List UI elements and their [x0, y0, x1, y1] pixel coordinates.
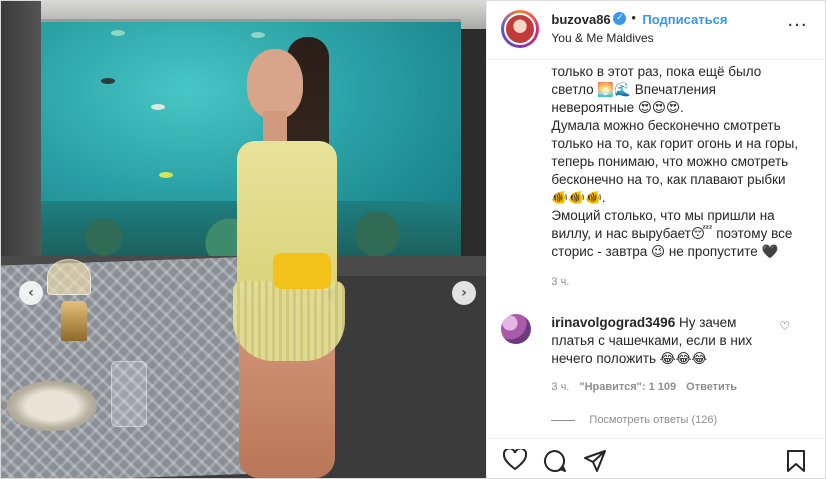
yellow-handbag [273, 253, 331, 289]
fish [111, 30, 125, 36]
avatar-image [504, 13, 537, 45]
view-replies-label: Посмотреть ответы (126) [589, 414, 718, 426]
post-photo[interactable]: ‹ › [1, 1, 487, 478]
replies-divider [551, 419, 576, 421]
carousel-prev-button[interactable]: ‹ [19, 281, 43, 305]
fish [159, 172, 173, 178]
plate [7, 381, 97, 431]
table-lamp [47, 259, 91, 295]
lamp-base [61, 301, 87, 341]
comment-timestamp[interactable]: 3 ч. [551, 381, 569, 393]
heart-icon[interactable] [503, 449, 528, 471]
bookmark-icon[interactable] [785, 449, 807, 473]
follow-button[interactable]: Подписаться [642, 12, 727, 27]
caption-timestamp[interactable]: 3 ч. [551, 276, 569, 288]
small-heart-icon[interactable]: ♡ [779, 319, 790, 333]
carousel-next-button[interactable]: › [452, 281, 476, 305]
action-bar [487, 438, 826, 479]
more-options-icon[interactable]: ··· [787, 15, 807, 36]
comment-likes[interactable]: "Нравится": 1 109 [579, 381, 676, 393]
fish [101, 78, 115, 84]
location-link[interactable]: You & Me Maldives [551, 31, 653, 45]
post-sidebar: buzova86 ✓ • Подписаться You & Me Maldiv… [486, 1, 826, 479]
commenter-username[interactable]: irinavolgograd3496 [551, 315, 675, 330]
comment-meta: 3 ч. "Нравится": 1 109 Ответить [551, 381, 737, 393]
header-separator: • [631, 10, 636, 25]
head [247, 49, 303, 119]
share-icon[interactable] [583, 449, 607, 473]
verified-badge-icon: ✓ [613, 12, 627, 25]
author-avatar[interactable] [501, 10, 540, 48]
lace-skirt [233, 281, 345, 361]
woman-figure [229, 31, 359, 478]
post-modal: ‹ › buzova86 ✓ • Подписаться You & Me Ma… [0, 0, 826, 479]
caption-text: только в этот раз, пока ещё было светло … [551, 64, 799, 259]
comment-icon[interactable] [543, 449, 567, 473]
fish [151, 104, 165, 110]
post-caption: только в этот раз, пока ещё было светло … [551, 63, 801, 261]
glass [111, 361, 147, 427]
author-username[interactable]: buzova86 [551, 12, 610, 27]
view-replies-button[interactable]: Посмотреть ответы (126) [551, 414, 717, 426]
comment: irinavolgograd3496 Ну зачем платья с чаш… [551, 314, 776, 368]
commenter-avatar[interactable] [501, 314, 532, 344]
post-header: buzova86 ✓ • Подписаться You & Me Maldiv… [487, 1, 826, 60]
reply-button[interactable]: Ответить [686, 381, 737, 393]
